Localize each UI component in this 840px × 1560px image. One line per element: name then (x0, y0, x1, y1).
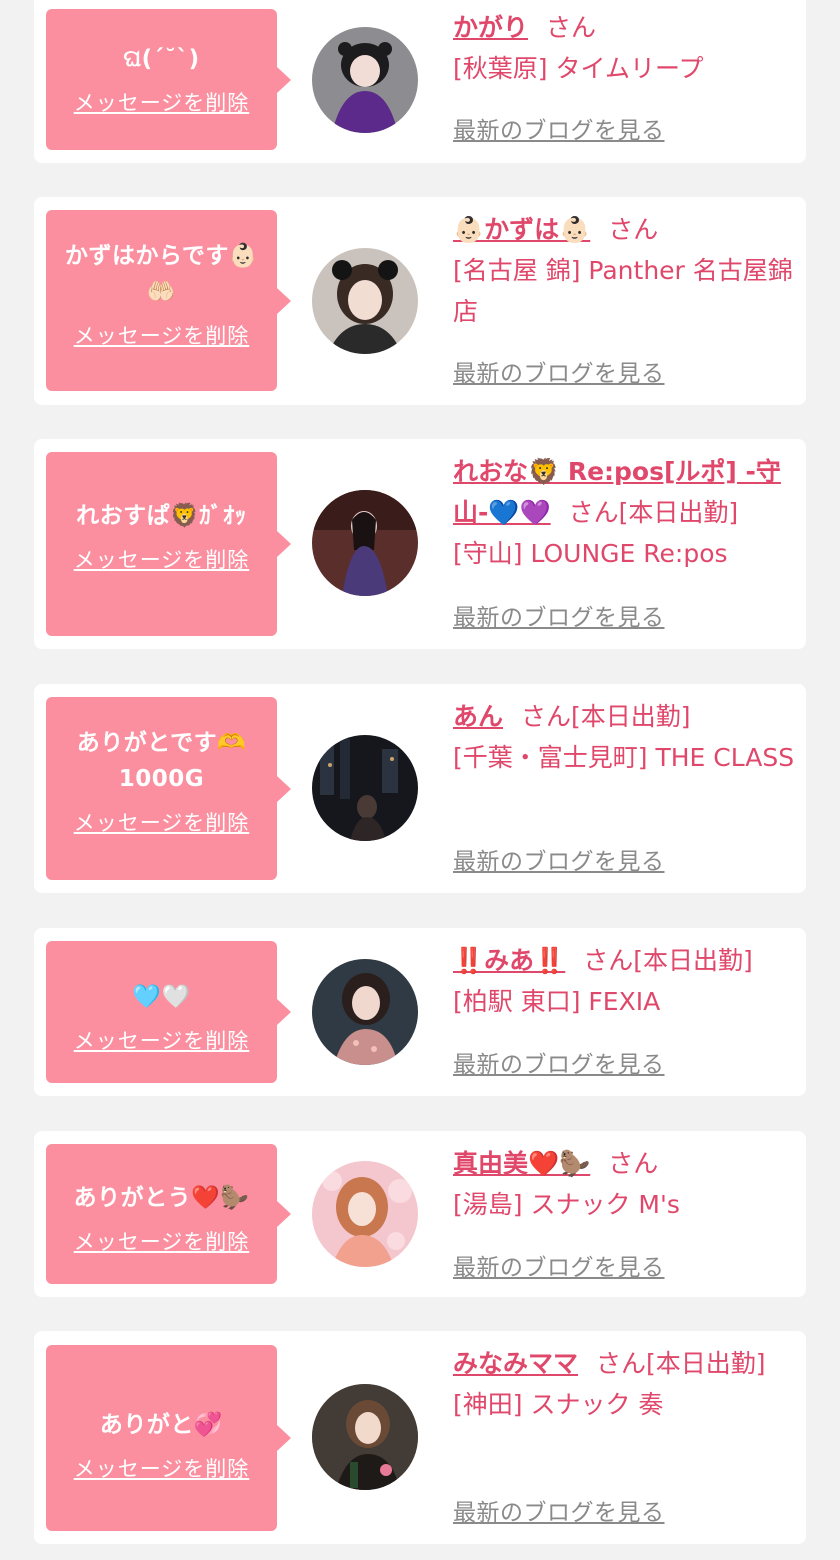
message-text: ありがとです🫶 1000G (76, 730, 247, 792)
message-bubble: ଘ(ˊ˘ˋ) メッセージを削除 (46, 9, 291, 150)
shop-name: [柏駅 東口] FEXIA (453, 987, 661, 1016)
message-card: ありがと💞 メッセージを削除 みなみママ さん[本日出勤] [神田] スナック 奏… (34, 1331, 806, 1544)
delete-message-link[interactable]: メッセージを削除 (74, 320, 250, 350)
cast-info: 真由美❤️🦫 さん [湯島] スナック M's (453, 1143, 798, 1225)
cast-info: あん さん[本日出勤] [千葉・富士見町] THE CLASS (453, 696, 798, 778)
message-card: ありがとです🫶 1000G メッセージを削除 あん さん[本日出勤] [千葉・富士… (34, 684, 806, 893)
shop-name: [神田] スナック 奏 (453, 1390, 664, 1419)
message-text: 🩵🤍 (132, 984, 191, 1010)
honorific: さん (596, 1349, 647, 1378)
latest-blog-link[interactable]: 最新のブログを見る (453, 1493, 665, 1527)
honorific: さん (568, 498, 619, 527)
shop-name: [湯島] スナック M's (453, 1190, 680, 1219)
message-bubble: 🩵🤍 メッセージを削除 (46, 941, 291, 1083)
message-bubble: ありがとう❤️🦫 メッセージを削除 (46, 1144, 291, 1284)
name-line: みなみママ さん[本日出勤] (453, 1343, 798, 1384)
avatar[interactable] (312, 1161, 418, 1267)
avatar[interactable] (312, 735, 418, 841)
delete-message-link[interactable]: メッセージを削除 (74, 87, 250, 117)
cast-name-link[interactable]: かがり (453, 13, 528, 42)
avatar[interactable] (312, 248, 418, 354)
message-text: ଘ(ˊ˘ˋ) (123, 46, 200, 72)
shop-name: [守山] LOUNGE Re:pos (453, 539, 728, 568)
message-card: かずはからです👶🏻🤲🏻 メッセージを削除 👶🏻かずは👶🏻 さん [名古屋 錦] P… (34, 197, 806, 405)
shop-name: [千葉・富士見町] THE CLASS (453, 743, 795, 772)
cast-info: れおな🦁 Re:pos[ルポ] -守山-💙💜 さん[本日出勤] [守山] LOUN… (453, 451, 798, 574)
cast-name-link[interactable]: ‼️みあ‼️ (453, 946, 565, 975)
cast-name-link[interactable]: みなみママ (453, 1349, 578, 1378)
honorific: さん (546, 13, 597, 42)
cast-name-link[interactable]: 👶🏻かずは👶🏻 (453, 215, 590, 244)
cast-name-link[interactable]: 真由美❤️🦫 (453, 1149, 590, 1178)
message-text: ありがとう❤️🦫 (73, 1185, 250, 1211)
cast-info: ‼️みあ‼️ さん[本日出勤] [柏駅 東口] FEXIA (453, 940, 798, 1022)
message-bubble: ありがと💞 メッセージを削除 (46, 1345, 291, 1531)
name-line: かがり さん (453, 7, 798, 48)
message-list: ଘ(ˊ˘ˋ) メッセージを削除 かがり さん [秋葉原] タイムリープ 最新のブロ… (0, 0, 840, 1560)
avatar[interactable] (312, 1384, 418, 1490)
latest-blog-link[interactable]: 最新のブログを見る (453, 1045, 665, 1079)
honorific: さん (608, 215, 659, 244)
status-badge: [本日出勤] (571, 702, 691, 731)
latest-blog-link[interactable]: 最新のブログを見る (453, 598, 665, 632)
name-line: あん さん[本日出勤] (453, 696, 798, 737)
delete-message-link[interactable]: メッセージを削除 (74, 1453, 250, 1483)
honorific: さん (521, 702, 572, 731)
message-bubble: かずはからです👶🏻🤲🏻 メッセージを削除 (46, 210, 291, 391)
message-text: ありがと💞 (99, 1412, 224, 1438)
cast-info: 👶🏻かずは👶🏻 さん [名古屋 錦] Panther 名古屋錦店 (453, 209, 798, 332)
honorific: さん (583, 946, 634, 975)
delete-message-link[interactable]: メッセージを削除 (74, 1226, 250, 1256)
shop-name: [秋葉原] タイムリープ (453, 54, 704, 83)
avatar[interactable] (312, 959, 418, 1065)
delete-message-link[interactable]: メッセージを削除 (74, 544, 250, 574)
status-badge: [本日出勤] (618, 498, 739, 527)
avatar[interactable] (312, 490, 418, 596)
cast-name-link[interactable]: あん (453, 702, 503, 731)
latest-blog-link[interactable]: 最新のブログを見る (453, 1248, 665, 1282)
message-card: ଘ(ˊ˘ˋ) メッセージを削除 かがり さん [秋葉原] タイムリープ 最新のブロ… (34, 0, 806, 163)
delete-message-link[interactable]: メッセージを削除 (74, 1025, 250, 1055)
avatar[interactable] (312, 27, 418, 133)
cast-info: かがり さん [秋葉原] タイムリープ (453, 7, 798, 89)
message-card: れおすぱ🦁ｶﾞｵｯ メッセージを削除 れおな🦁 Re:pos[ルポ] -守山-💙… (34, 439, 806, 649)
name-line: れおな🦁 Re:pos[ルポ] -守山-💙💜 さん[本日出勤] (453, 451, 798, 533)
shop-name: [名古屋 錦] Panther 名古屋錦店 (453, 256, 793, 326)
honorific: さん (608, 1149, 659, 1178)
name-line: 👶🏻かずは👶🏻 さん (453, 209, 798, 250)
name-line: 真由美❤️🦫 さん (453, 1143, 798, 1184)
message-text: かずはからです👶🏻🤲🏻 (65, 243, 258, 305)
delete-message-link[interactable]: メッセージを削除 (74, 807, 250, 837)
latest-blog-link[interactable]: 最新のブログを見る (453, 842, 665, 876)
status-badge: [本日出勤] (646, 1349, 766, 1378)
message-text: れおすぱ🦁ｶﾞｵｯ (76, 503, 247, 529)
message-card: ありがとう❤️🦫 メッセージを削除 真由美❤️🦫 さん [湯島] スナック M's… (34, 1131, 806, 1297)
message-bubble: れおすぱ🦁ｶﾞｵｯ メッセージを削除 (46, 452, 291, 636)
latest-blog-link[interactable]: 最新のブログを見る (453, 354, 665, 388)
latest-blog-link[interactable]: 最新のブログを見る (453, 111, 665, 145)
name-line: ‼️みあ‼️ さん[本日出勤] (453, 940, 798, 981)
status-badge: [本日出勤] (633, 946, 753, 975)
cast-info: みなみママ さん[本日出勤] [神田] スナック 奏 (453, 1343, 798, 1425)
message-card: 🩵🤍 メッセージを削除 ‼️みあ‼️ さん[本日出勤] [柏駅 東口] FEXIA… (34, 928, 806, 1096)
message-bubble: ありがとです🫶 1000G メッセージを削除 (46, 697, 291, 880)
